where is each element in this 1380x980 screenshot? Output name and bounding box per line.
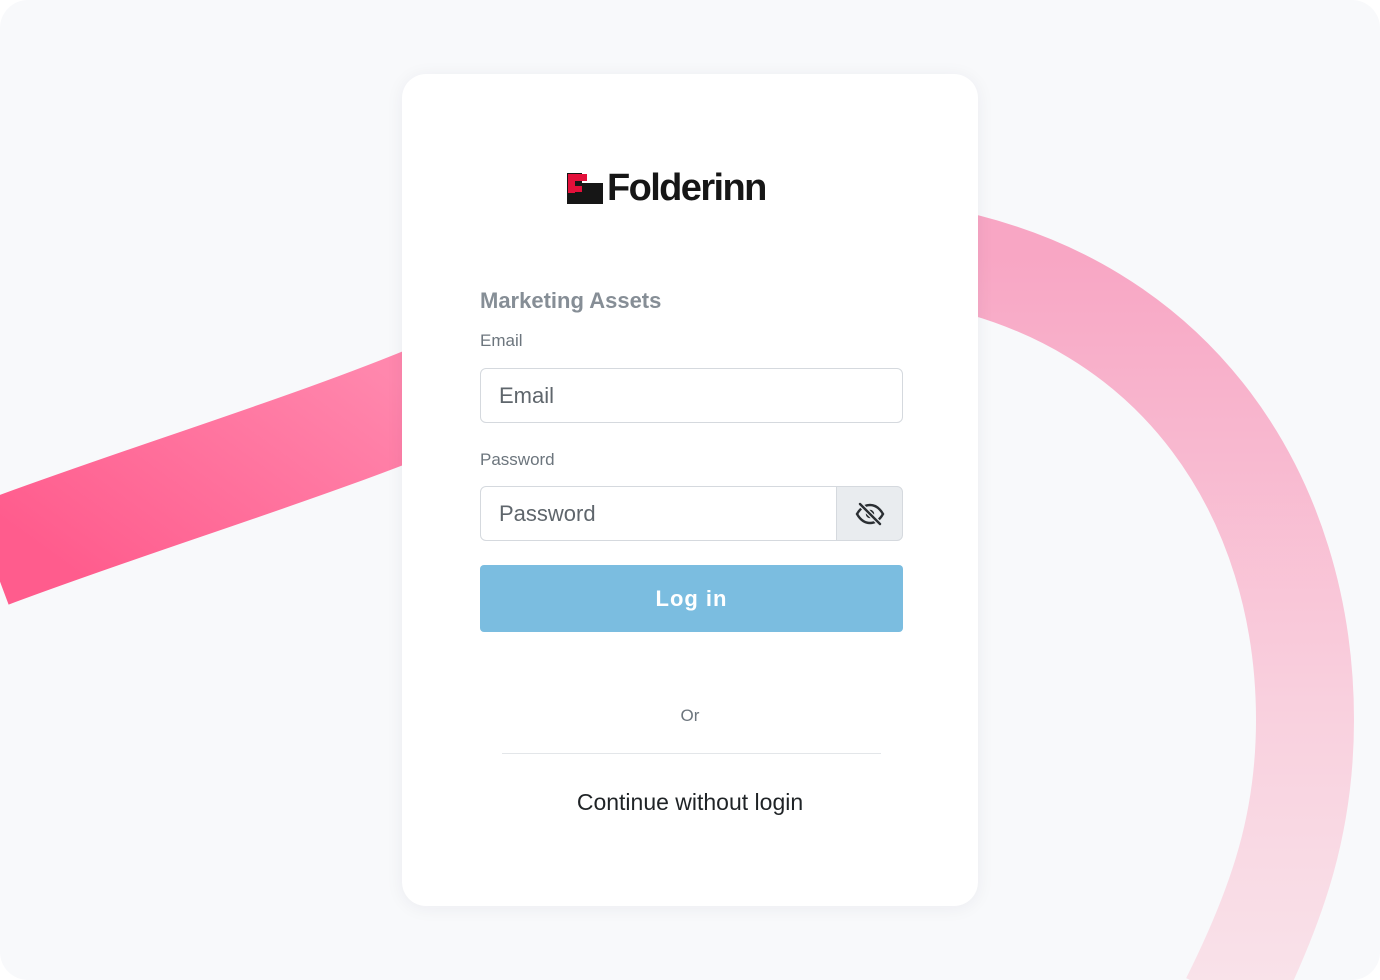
brand-logo: Folderinn [567, 167, 767, 209]
brand-name: Folderinn [607, 167, 767, 209]
password-label: Password [480, 450, 555, 469]
eye-slash-icon [855, 501, 884, 526]
login-card: Folderinn Marketing Assets Email Passwor… [402, 74, 978, 906]
divider [502, 753, 881, 754]
toggle-password-visibility-button[interactable] [836, 486, 903, 541]
continue-without-login-link[interactable]: Continue without login [402, 789, 978, 816]
folderinn-logo-icon [567, 172, 603, 204]
email-label: Email [480, 331, 523, 350]
password-input[interactable] [480, 486, 837, 541]
email-input[interactable] [480, 368, 903, 423]
or-separator-text: Or [680, 706, 700, 725]
form-title: Marketing Assets [480, 288, 662, 313]
login-button[interactable]: Log in [480, 565, 903, 632]
